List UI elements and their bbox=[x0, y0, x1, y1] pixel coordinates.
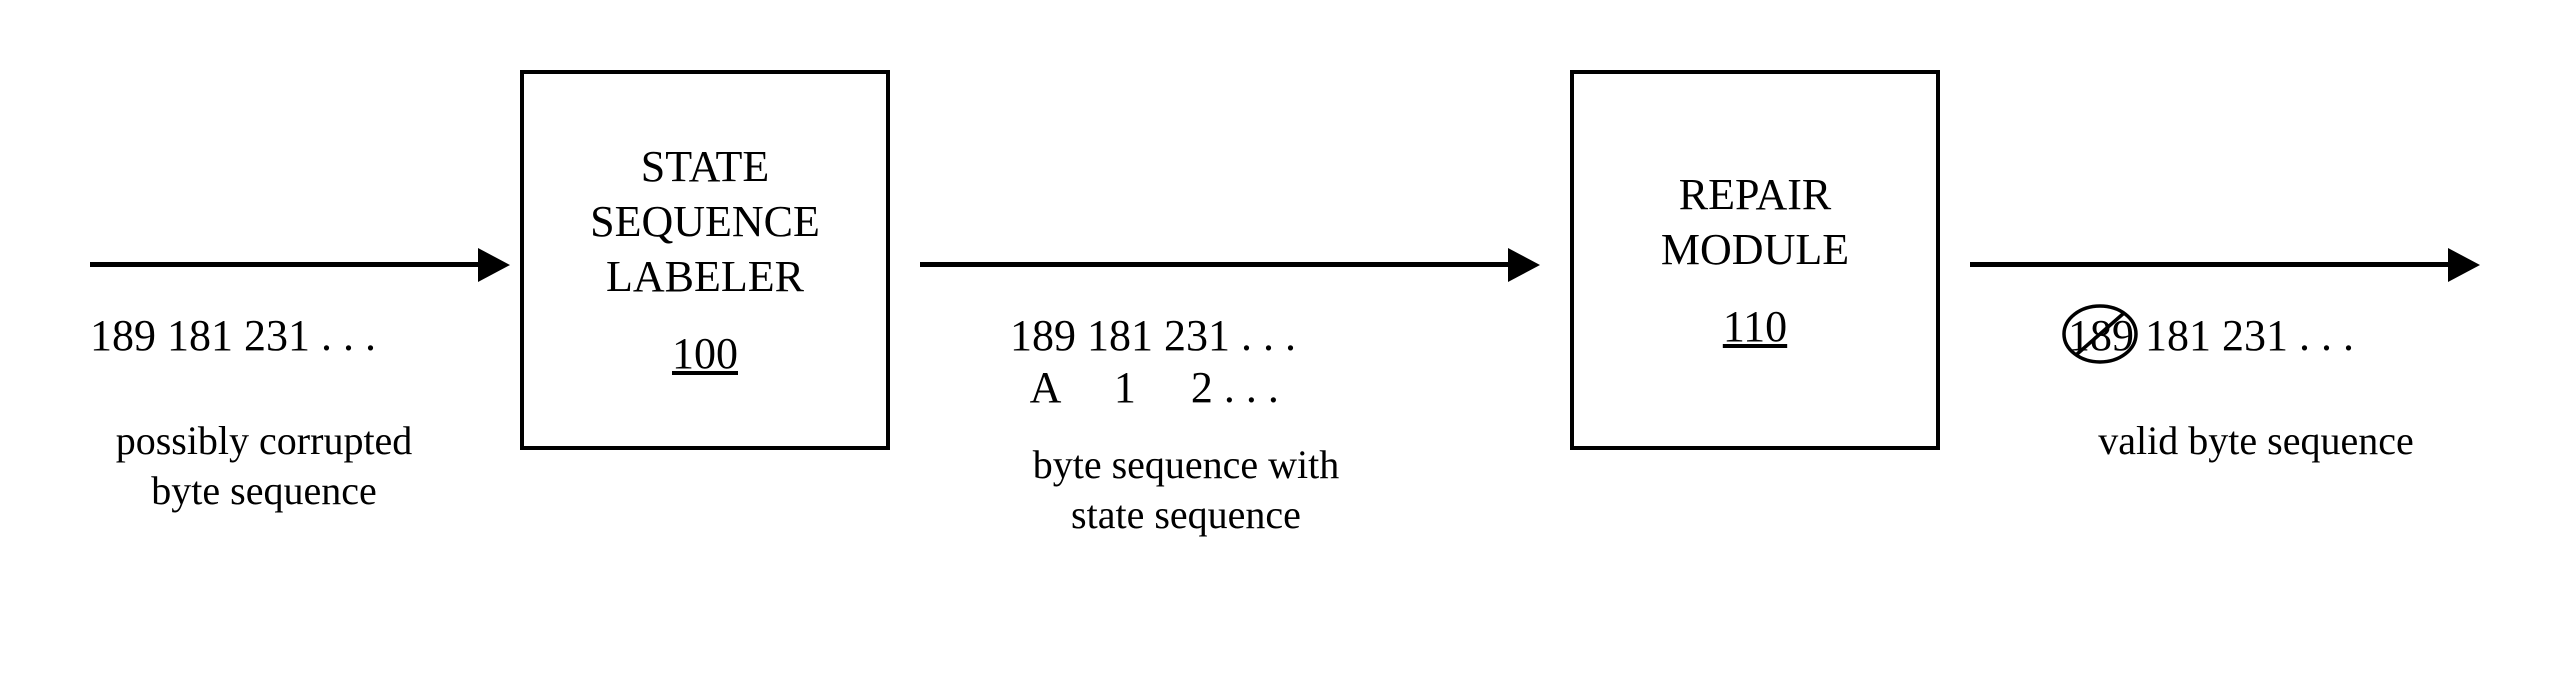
output-bytes-group: 189 181 231 . . . bbox=[2068, 310, 2354, 361]
block-repair-module: REPAIR MODULE 110 bbox=[1570, 70, 1940, 450]
arrow-output bbox=[1970, 262, 2480, 264]
block2-ref: 110 bbox=[1723, 299, 1787, 354]
block1-line2: SEQUENCE bbox=[590, 194, 820, 249]
middle-bytes: 189 181 231 . . . bbox=[1010, 310, 1296, 361]
middle-caption: byte sequence with state sequence bbox=[1006, 440, 1366, 540]
remaining-bytes: 181 231 . . . bbox=[2134, 311, 2354, 360]
input-bytes: 189 181 231 . . . bbox=[90, 310, 376, 361]
strike-circle-icon bbox=[2058, 302, 2142, 366]
input-caption-text: possibly corrupted byte sequence bbox=[116, 418, 413, 513]
block1-line3: LABELER bbox=[606, 249, 804, 304]
output-caption-text: valid byte sequence bbox=[2098, 418, 2413, 463]
block1-ref: 100 bbox=[672, 326, 738, 381]
arrow-input bbox=[90, 262, 510, 264]
block2-line2: MODULE bbox=[1661, 222, 1849, 277]
block1-line1: STATE bbox=[641, 139, 769, 194]
output-caption: valid byte sequence bbox=[2076, 416, 2436, 466]
input-caption: possibly corrupted byte sequence bbox=[74, 416, 454, 516]
removed-byte: 189 bbox=[2068, 310, 2134, 361]
middle-states: A 1 2 . . . bbox=[1010, 362, 1279, 413]
diagram-stage: 189 181 231 . . . possibly corrupted byt… bbox=[0, 0, 2550, 688]
arrow-middle bbox=[920, 262, 1540, 264]
block-state-sequence-labeler: STATE SEQUENCE LABELER 100 bbox=[520, 70, 890, 450]
block2-line1: REPAIR bbox=[1679, 167, 1831, 222]
middle-caption-text: byte sequence with state sequence bbox=[1033, 442, 1340, 537]
